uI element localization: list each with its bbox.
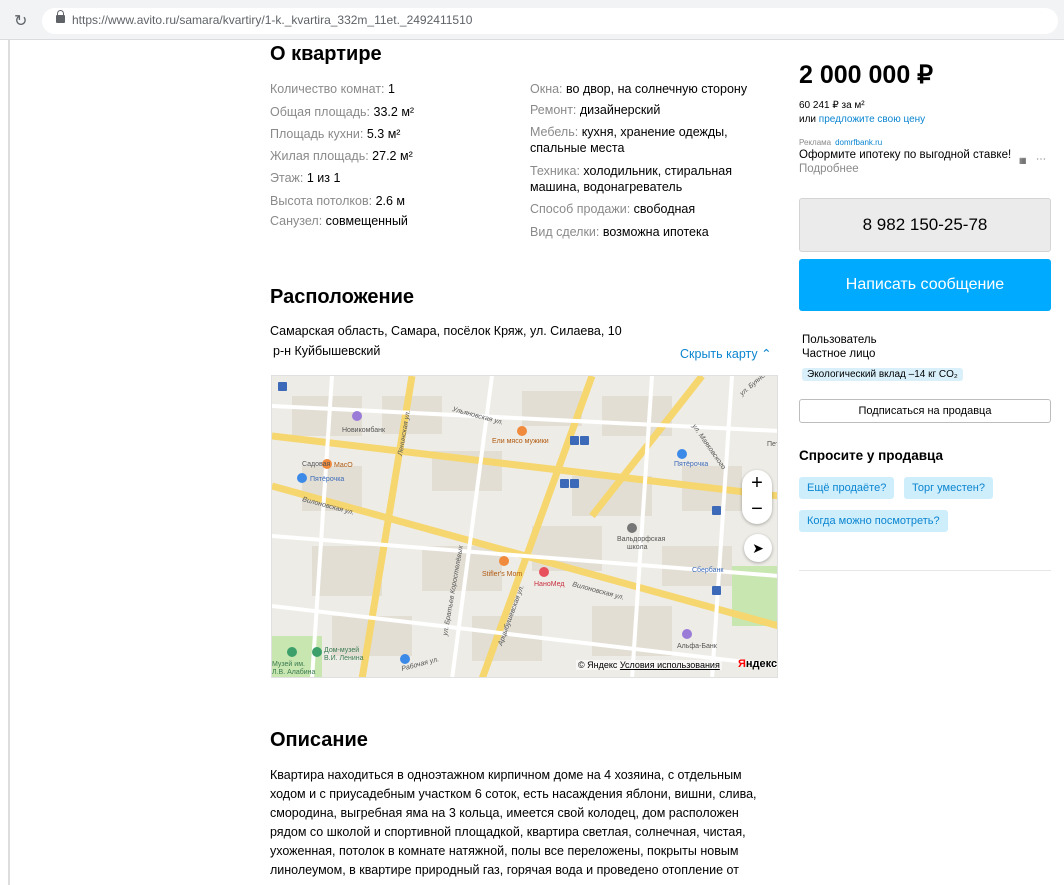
seller-info: Пользователь Частное лицо — [802, 333, 877, 361]
prop-kitchen-area: Площадь кухни: 5.3 м² — [270, 127, 401, 141]
price: 2 000 000 ₽ — [799, 61, 934, 89]
seller-name[interactable]: Пользователь — [802, 333, 877, 347]
ad-info-icon[interactable]: ▦ — [1019, 156, 1031, 166]
offer-line: или предложите свою цену — [799, 114, 926, 125]
prop-windows: Окна: во двор, на солнечную сторону — [530, 82, 748, 96]
svg-text:Альфа-Банк: Альфа-Банк — [677, 643, 718, 650]
svg-text:Stifler's Mom: Stifler's Mom — [482, 571, 522, 578]
price-per-meter: 60 241 ₽ за м² — [799, 100, 865, 111]
ad-more-link[interactable]: Подробнее — [799, 163, 859, 175]
svg-text:Сбербанк: Сбербанк — [692, 566, 724, 574]
url-text[interactable]: https://www.avito.ru/samara/kvartiry/1-k… — [72, 13, 472, 27]
offer-price-link[interactable]: предложите свою цену — [819, 114, 925, 125]
description-title: Описание — [270, 729, 368, 751]
prop-rooms: Количество комнат: 1 — [270, 82, 395, 96]
map-canvas[interactable]: Новикомбанк MacO Пятёрочка Ели мясо мужи… — [272, 376, 778, 678]
hide-map-link[interactable]: Скрыть карту ⌃ — [680, 346, 772, 361]
svg-text:Дом-музей: Дом-музей — [324, 646, 359, 654]
phone-button[interactable]: 8 982 150-25-78 — [799, 198, 1051, 252]
write-message-button[interactable]: Написать сообщение — [799, 259, 1051, 311]
prop-ceiling: Высота потолков: 2.6 м — [270, 194, 406, 208]
sidebar-divider — [799, 570, 1051, 571]
svg-text:НаноМед: НаноМед — [534, 581, 564, 588]
prop-living-area: Жилая площадь: 27.2 м² — [270, 149, 413, 163]
eco-badge[interactable]: Экологический вклад –14 кг CO₂ — [802, 368, 963, 381]
ask-chip-still-selling[interactable]: Ещё продаёте? — [799, 477, 895, 499]
yandex-logo: Яндекс — [738, 658, 778, 670]
about-title: О квартире — [270, 43, 382, 65]
ad-text[interactable]: Оформите ипотеку по выгодной ставке! — [799, 149, 1011, 161]
ask-chip-when-view[interactable]: Когда можно посмотреть? — [799, 510, 948, 532]
subscribe-seller-button[interactable]: Подписаться на продавца — [799, 399, 1051, 423]
ask-seller-title: Спросите у продавца — [799, 448, 943, 463]
ask-chip-bargain[interactable]: Торг уместен? — [904, 477, 993, 499]
svg-text:Новикомбанк: Новикомбанк — [342, 426, 386, 434]
address: Самарская область, Самара, посёлок Кряж,… — [270, 324, 622, 338]
svg-text:Пятёрочка: Пятёрочка — [310, 476, 344, 483]
prop-total-area: Общая площадь: 33.2 м² — [270, 105, 415, 119]
svg-text:школа: школа — [627, 544, 648, 551]
svg-text:Вальдорфская: Вальдорфская — [617, 536, 666, 543]
svg-text:Ели мясо мужики: Ели мясо мужики — [492, 438, 549, 445]
prop-bathroom: Санузел: совмещенный — [270, 214, 408, 228]
description-text: Квартира находиться в одноэтажном кирпич… — [270, 768, 757, 877]
prop-furniture: Мебель: кухня, хранение одежды, спальные … — [530, 125, 728, 155]
svg-text:Садовая: Садовая — [302, 461, 331, 468]
geolocation-icon[interactable]: ➤ — [744, 534, 772, 562]
seller-type: Частное лицо — [802, 348, 876, 360]
location-title: Расположение — [270, 286, 415, 308]
map-terms-link[interactable]: Условия использования — [620, 660, 720, 670]
prop-deal-type: Вид сделки: возможна ипотека — [530, 225, 709, 239]
map-copyright: © Яндекс Условия использования — [576, 660, 722, 670]
svg-text:В.И. Ленина: В.И. Ленина — [324, 655, 364, 662]
ad-domain-link[interactable]: domrfbank.ru — [835, 138, 882, 147]
ad-menu-icon[interactable]: ⋯ — [1036, 154, 1046, 165]
prop-floor: Этаж: 1 из 1 — [270, 171, 341, 185]
ad-label: Реклама domrfbank.ru — [799, 138, 883, 147]
prop-renovation: Ремонт: дизайнерский — [530, 103, 661, 117]
prop-sale-method: Способ продажи: свободная — [530, 202, 696, 216]
svg-text:Л.В. Алабина: Л.В. Алабина — [272, 668, 316, 676]
svg-text:MacO: MacO — [334, 462, 353, 469]
map[interactable]: Новикомбанк MacO Пятёрочка Ели мясо мужи… — [271, 375, 778, 678]
lock-icon — [56, 10, 65, 23]
reload-icon[interactable]: ↻ — [14, 11, 27, 31]
map-zoom-control: + − — [742, 470, 772, 524]
page-left-border — [8, 40, 10, 885]
prop-appliances: Техника: холодильник, стиральная машина, … — [530, 164, 732, 194]
svg-text:Пятёрочка: Пятёрочка — [674, 461, 708, 468]
zoom-in-icon[interactable]: + — [742, 470, 772, 496]
address-bar[interactable]: https://www.avito.ru/samara/kvartiry/1-k… — [42, 8, 1058, 34]
zoom-out-icon[interactable]: − — [742, 496, 772, 522]
browser-toolbar: ↻ https://www.avito.ru/samara/kvartiry/1… — [0, 0, 1064, 40]
district: р-н Куйбышевский — [273, 344, 381, 358]
svg-text:Музей им.: Музей им. — [272, 660, 305, 668]
svg-text:Петербург: Петербург — [767, 440, 778, 448]
